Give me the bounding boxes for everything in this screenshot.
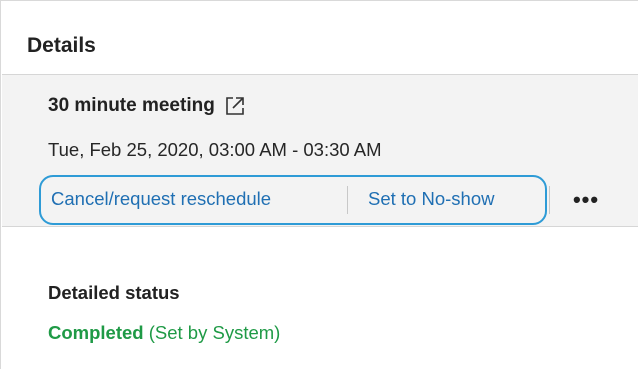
status-source: (Set by System) (148, 322, 281, 343)
meeting-datetime: Tue, Feb 25, 2020, 03:00 AM - 03:30 AM (48, 139, 382, 160)
detailed-status-heading: Detailed status (48, 282, 180, 303)
set-no-show-link[interactable]: Set to No-show (368, 187, 494, 211)
details-panel: Details 30 minute meeting Tue, Feb 25, 2… (0, 0, 638, 369)
external-link-icon[interactable] (223, 94, 247, 118)
status-value: Completed (48, 322, 144, 343)
more-options-button[interactable]: ••• (568, 187, 604, 213)
actions-row: Cancel/request reschedule Set to No-show… (39, 175, 638, 227)
details-title: Details (27, 34, 96, 57)
status-row: Completed (Set by System) (48, 321, 280, 345)
meeting-title-row: 30 minute meeting (48, 91, 247, 121)
action-divider (549, 186, 550, 214)
cancel-reschedule-link[interactable]: Cancel/request reschedule (51, 187, 271, 211)
meeting-title: 30 minute meeting (48, 95, 215, 116)
action-divider (347, 186, 348, 214)
